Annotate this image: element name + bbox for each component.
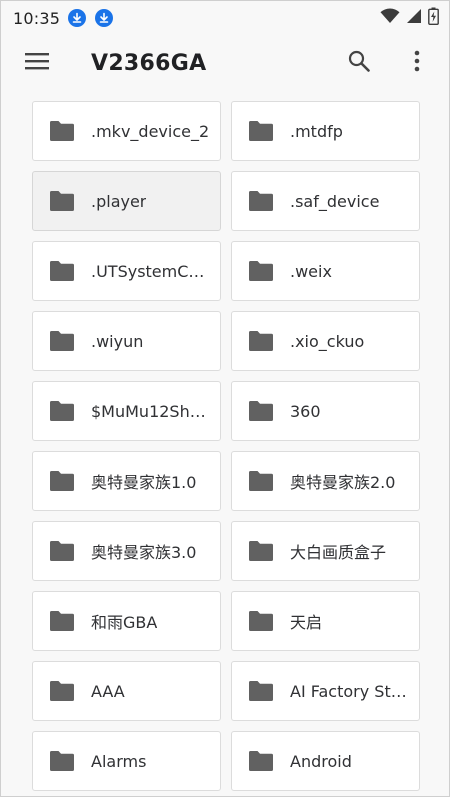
wifi-icon: [380, 8, 400, 28]
folder-tile[interactable]: 和雨GBA: [32, 591, 221, 651]
page-title: V2366GA: [91, 50, 207, 76]
folder-icon: [49, 400, 75, 422]
folder-tile[interactable]: .xio_ckuo: [231, 311, 420, 371]
download-badge-icon: [95, 9, 114, 27]
status-bar: 10:35: [1, 1, 449, 35]
folder-tile[interactable]: 大白画质盒子: [231, 521, 420, 581]
folder-icon: [248, 120, 274, 142]
more-vert-icon: [414, 50, 420, 76]
battery-charging-icon: [428, 7, 439, 29]
folder-name: .mtdfp: [290, 121, 343, 141]
folder-name: 和雨GBA: [91, 613, 158, 632]
menu-button[interactable]: [9, 35, 65, 91]
search-icon: [348, 50, 370, 76]
folder-grid: .mkv_device_2 .mtdfp .player .saf_device…: [32, 101, 422, 791]
file-manager-screen: 10:35 V2366GA .mkv_device_2 .mtdfp .play…: [0, 0, 450, 797]
folder-name: $MuMu12Sh…: [91, 401, 206, 421]
folder-icon: [248, 750, 274, 772]
folder-tile[interactable]: .mtdfp: [231, 101, 420, 161]
folder-icon: [49, 470, 75, 492]
folder-name: .saf_device: [290, 191, 380, 211]
folder-tile[interactable]: 奥特曼家族3.0: [32, 521, 221, 581]
folder-name: .UTSystemC…: [91, 261, 205, 281]
folder-icon: [49, 610, 75, 632]
folder-name: 大白画质盒子: [290, 543, 387, 562]
folder-name: .player: [91, 191, 147, 211]
download-badge-icon: [68, 9, 87, 27]
folder-icon: [49, 540, 75, 562]
folder-icon: [49, 190, 75, 212]
folder-icon: [49, 260, 75, 282]
folder-name: 天启: [290, 613, 323, 632]
folder-icon: [248, 260, 274, 282]
folder-icon: [49, 120, 75, 142]
folder-name: 奥特曼家族1.0: [91, 473, 197, 492]
folder-tile[interactable]: Alarms: [32, 731, 221, 791]
status-icons: [380, 7, 439, 29]
app-toolbar: V2366GA: [1, 35, 449, 91]
folder-icon: [248, 610, 274, 632]
folder-icon: [248, 330, 274, 352]
folder-tile[interactable]: .UTSystemC…: [32, 241, 221, 301]
folder-icon: [49, 680, 75, 702]
hamburger-menu-icon: [25, 52, 49, 74]
folder-name: .weix: [290, 261, 332, 281]
folder-tile[interactable]: 天启: [231, 591, 420, 651]
folder-tile[interactable]: .weix: [231, 241, 420, 301]
folder-icon: [49, 750, 75, 772]
folder-name: .xio_ckuo: [290, 331, 365, 351]
more-options-button[interactable]: [395, 35, 439, 91]
folder-icon: [49, 330, 75, 352]
folder-tile[interactable]: $MuMu12Sh…: [32, 381, 221, 441]
folder-tile[interactable]: .mkv_device_2: [32, 101, 221, 161]
folder-name: 奥特曼家族2.0: [290, 473, 396, 492]
folder-tile[interactable]: Android: [231, 731, 420, 791]
folder-icon: [248, 680, 274, 702]
folder-name: AAA: [91, 681, 125, 701]
folder-name: Alarms: [91, 751, 147, 771]
status-time: 10:35: [13, 8, 61, 28]
folder-icon: [248, 540, 274, 562]
folder-tile[interactable]: .wiyun: [32, 311, 221, 371]
folder-name: AI Factory St…: [290, 681, 407, 701]
search-button[interactable]: [337, 35, 381, 91]
folder-icon: [248, 190, 274, 212]
cell-signal-icon: [406, 8, 422, 28]
folder-tile[interactable]: .saf_device: [231, 171, 420, 231]
folder-icon: [248, 400, 274, 422]
folder-name: Android: [290, 751, 352, 771]
folder-name: .mkv_device_2: [91, 121, 210, 141]
folder-tile[interactable]: 奥特曼家族2.0: [231, 451, 420, 511]
folder-tile[interactable]: AI Factory St…: [231, 661, 420, 721]
folder-name: .wiyun: [91, 331, 144, 351]
folder-name: 奥特曼家族3.0: [91, 543, 197, 562]
folder-tile[interactable]: 360: [231, 381, 420, 441]
folder-icon: [248, 470, 274, 492]
folder-name: 360: [290, 401, 321, 421]
folder-tile[interactable]: AAA: [32, 661, 221, 721]
folder-tile[interactable]: 奥特曼家族1.0: [32, 451, 221, 511]
folder-tile[interactable]: .player: [32, 171, 221, 231]
